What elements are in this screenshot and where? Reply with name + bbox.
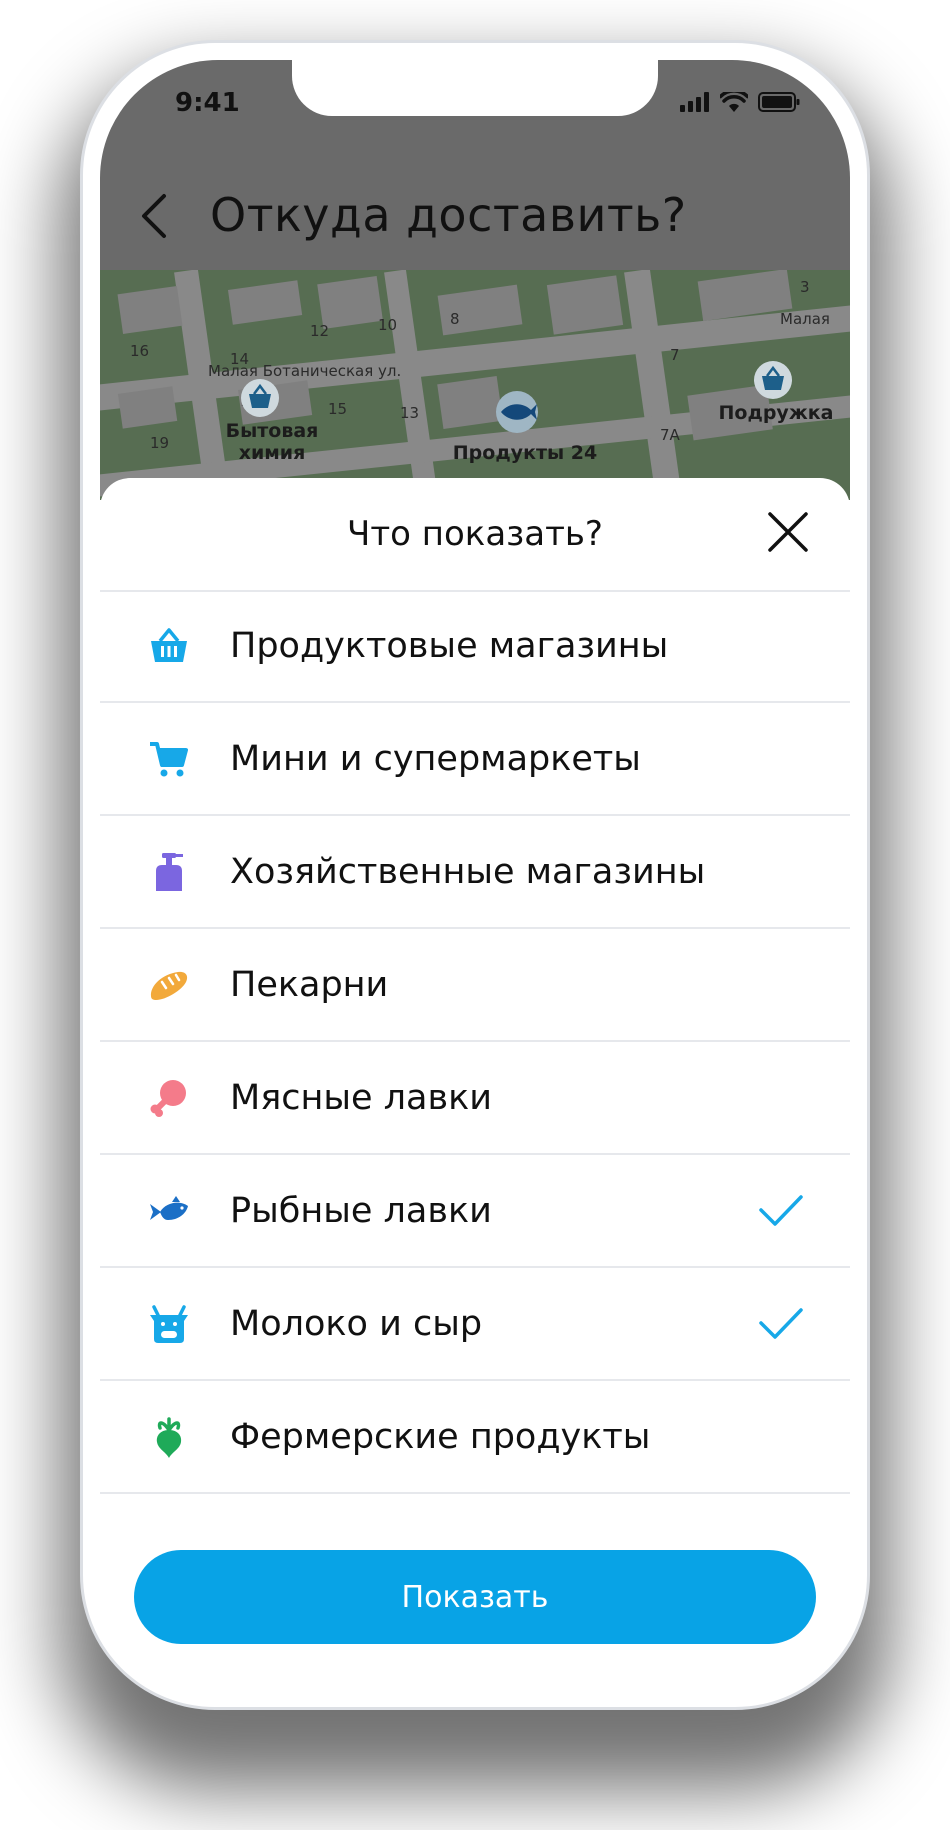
house-number: 15 [328,400,348,418]
category-label: Хозяйственные магазины [230,852,706,892]
category-item-fish[interactable]: Рыбные лавки [100,1155,850,1268]
house-number: 3 [800,278,810,296]
map-poi-label: Подружка [718,402,834,424]
bread-icon [150,971,188,1000]
filter-sheet: Что показать? Продуктовые магазины Мини … [100,478,850,1690]
status-icons [680,92,800,112]
map-poi-label: Бытовая химия [225,420,319,464]
show-button[interactable]: Показать [134,1550,816,1644]
sheet-header: Что показать? [100,478,850,592]
status-time: 9:41 [175,88,240,118]
house-number: 7А [660,426,680,444]
top-nav: Откуда доставить? [100,160,850,270]
category-item-bakery[interactable]: Пекарни [100,929,850,1042]
category-item-dairy[interactable]: Молоко и сыр [100,1268,850,1381]
map-dim-overlay [100,270,850,500]
house-number: 14 [230,350,250,368]
category-label: Рыбные лавки [230,1191,492,1231]
map-pin-fish-icon[interactable] [493,390,541,434]
house-number: 12 [310,322,330,340]
category-label: Пекарни [230,965,389,1005]
cart-icon [150,742,188,777]
signal-icon [680,92,709,112]
page-title: Откуда доставить? [210,188,687,242]
wifi-icon [720,92,748,112]
battery-icon [758,92,800,112]
close-icon[interactable] [766,510,810,554]
category-label: Продуктовые магазины [230,626,669,666]
cow-icon [150,1305,188,1343]
map-view[interactable]: Малая Ботаническая ул. Малая 12 10 8 16 … [100,270,850,500]
house-number: 8 [450,310,460,328]
soap-dispenser-icon [156,853,183,891]
phone-screen: 9:41 Откуда доставить? Малая Ботаническа… [100,60,850,1690]
checkmark-icon [759,1195,803,1226]
map-poi-label: Продукты 24 [452,442,598,464]
house-number: 19 [150,434,170,452]
category-item-butcher[interactable]: Мясные лавки [100,1042,850,1155]
basket-icon [151,628,187,662]
radish-icon [156,1417,182,1458]
street-label-right: Малая [780,310,830,328]
map-pin-basket-icon[interactable] [753,360,793,400]
category-label: Молоко и сыр [230,1304,483,1344]
fish-icon [150,1196,188,1220]
category-label: Мясные лавки [230,1078,493,1118]
house-number: 7 [670,346,680,364]
meat-icon [150,1080,186,1117]
category-label: Фермерские продукты [230,1417,651,1457]
checkmark-icon [759,1308,803,1339]
back-arrow-icon[interactable] [138,192,168,240]
notch [292,60,658,116]
category-item-supermarkets[interactable]: Мини и супермаркеты [100,703,850,816]
house-number: 16 [130,342,150,360]
category-item-farm[interactable]: Фермерские продукты [100,1381,850,1494]
sheet-title: Что показать? [347,514,603,554]
category-list: Продуктовые магазины Мини и супермаркеты [100,590,850,1494]
category-item-household[interactable]: Хозяйственные магазины [100,816,850,929]
category-label: Мини и супермаркеты [230,739,641,779]
house-number: 13 [400,404,420,422]
map-pin-basket-icon[interactable] [240,378,280,418]
house-number: 10 [378,316,398,334]
category-item-grocery[interactable]: Продуктовые магазины [100,590,850,703]
